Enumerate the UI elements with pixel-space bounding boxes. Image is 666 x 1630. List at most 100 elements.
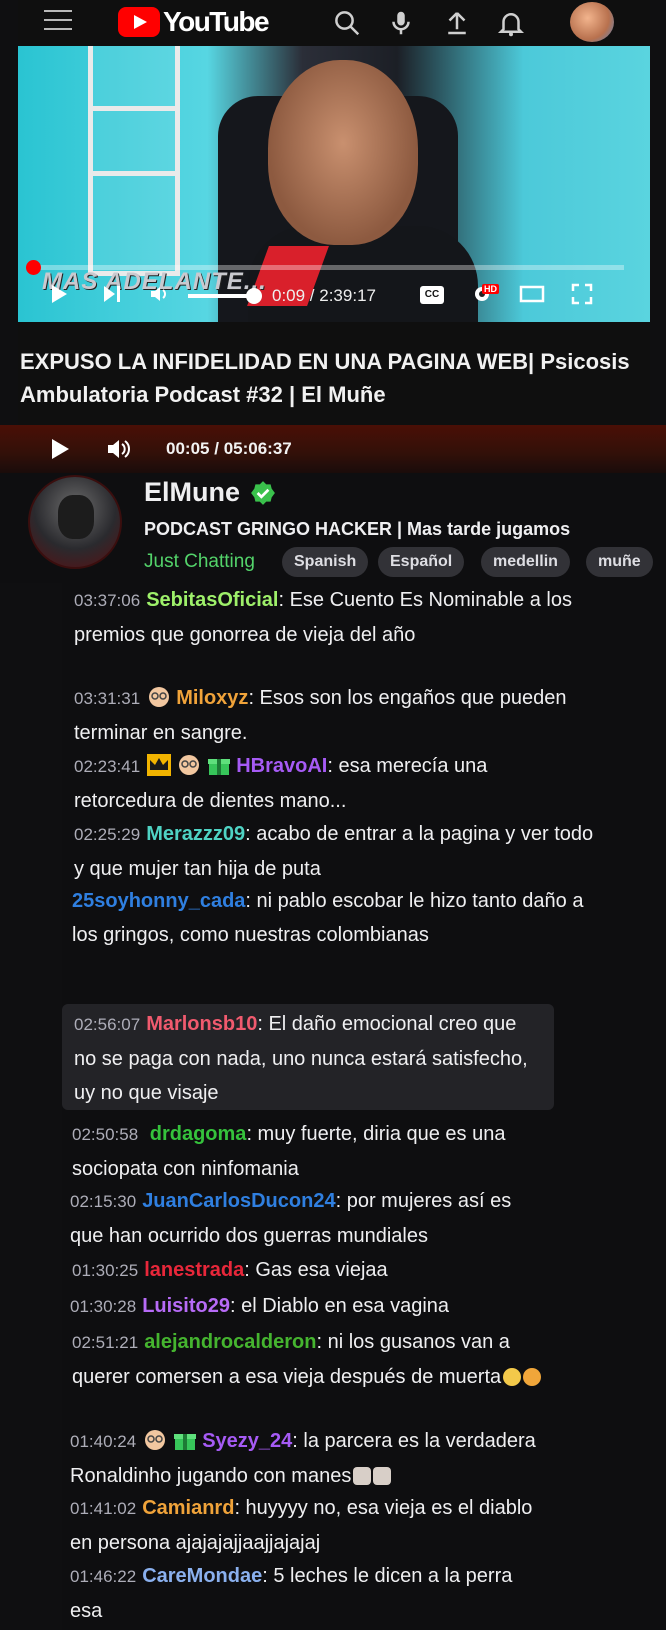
- stream-title: PODCAST GRINGO HACKER | Mas tarde jugamo…: [144, 519, 571, 539]
- message-username[interactable]: JuanCarlosDucon24: [142, 1190, 335, 1212]
- chat-message: 01:40:24 Syezy_24: la parcera es la verda…: [70, 1424, 550, 1493]
- message-text: : El daño emocional creo que no se paga …: [74, 1013, 528, 1104]
- message-timestamp: 02:56:07: [74, 1015, 141, 1034]
- message-timestamp: 03:31:31: [74, 689, 141, 708]
- volume-knob[interactable]: [246, 288, 262, 304]
- message-username[interactable]: Merazzz09: [146, 823, 245, 845]
- message-timestamp: 03:37:06: [74, 591, 141, 610]
- chat-message: 01:46:22 CareMondae: 5 leches le dicen a …: [70, 1559, 540, 1628]
- bell-icon[interactable]: [496, 8, 526, 38]
- chat-message: 25soyhonny_cada: ni pablo escobar le hiz…: [72, 884, 592, 952]
- person-head: [268, 60, 418, 245]
- message-text: : Gas esa viejaa: [244, 1259, 388, 1281]
- progress-scrubber[interactable]: [26, 260, 41, 275]
- message-username[interactable]: SebitasOficial: [146, 589, 278, 611]
- face-badge-icon: [145, 1430, 166, 1450]
- youtube-frame: YouTube MAS ADELANTE... 0:09 / 2:39:17 C…: [18, 0, 650, 425]
- tag-espanol[interactable]: Español: [378, 547, 465, 577]
- message-text: : 5 leches le dicen a la perra esa: [70, 1565, 513, 1622]
- message-text: : el Diablo en esa vagina: [229, 1295, 450, 1317]
- tag-spanish[interactable]: Spanish: [282, 547, 369, 577]
- chat-message: 01:41:02 Camianrd: huyyyy no, esa vieja e…: [70, 1491, 550, 1560]
- chat-message: 01:30:28 Luisito29: el Diablo en esa vagi…: [70, 1289, 590, 1324]
- youtube-logo-text: YouTube: [163, 6, 270, 37]
- volume-icon[interactable]: [148, 282, 172, 306]
- face-badge-icon: [149, 687, 170, 707]
- message-username[interactable]: Luisito29: [142, 1295, 230, 1317]
- emoji-icon: [503, 1368, 522, 1386]
- chat-message: 03:31:31 Miloxyz: Esos son los engaños qu…: [74, 681, 594, 750]
- stream-time-separator: /: [214, 439, 219, 458]
- message-username[interactable]: alejandrocalderon: [144, 1331, 316, 1353]
- chat-message: 02:51:21 alejandrocalderon: ni los gusano…: [72, 1325, 572, 1394]
- stream-current-time: 00:05: [166, 439, 210, 458]
- message-username[interactable]: drdagoma: [150, 1123, 247, 1145]
- chat-message: 02:23:41 HBravoAI: esa merecía una retorc…: [74, 749, 594, 818]
- channel-avatar[interactable]: [28, 475, 122, 569]
- player-time: 0:09 / 2:39:17: [272, 286, 376, 305]
- crown-badge-icon: [147, 754, 172, 776]
- gift-badge-icon: [174, 1434, 197, 1450]
- upload-icon[interactable]: [442, 8, 472, 38]
- message-timestamp: 02:50:58: [72, 1125, 139, 1144]
- message-username[interactable]: CareMondae: [142, 1565, 262, 1587]
- youtube-top-bar: YouTube: [18, 0, 650, 46]
- message-timestamp: 01:40:24: [70, 1432, 137, 1451]
- captions-button[interactable]: CC: [420, 286, 444, 304]
- theater-icon[interactable]: [518, 282, 546, 306]
- channel-name[interactable]: ElMune: [144, 477, 240, 508]
- message-timestamp: 01:30:28: [70, 1297, 137, 1316]
- message-username[interactable]: Marlonsb10: [146, 1013, 257, 1035]
- message-text: : la parcera es la verdadera Ronaldinho …: [70, 1430, 536, 1487]
- emoji-icon: [523, 1368, 542, 1386]
- message-timestamp: 02:23:41: [74, 757, 141, 776]
- video-frame[interactable]: MAS ADELANTE... 0:09 / 2:39:17 CC HD: [18, 46, 650, 322]
- next-icon[interactable]: [100, 282, 124, 306]
- tag-mune[interactable]: muñe: [586, 547, 653, 577]
- youtube-logo[interactable]: YouTube: [118, 6, 270, 38]
- youtube-play-logo-icon: [118, 7, 160, 37]
- chat-message: 03:37:06 SebitasOficial: Ese Cuento Es No…: [74, 583, 594, 652]
- gift-badge-icon: [208, 759, 231, 775]
- fullscreen-icon[interactable]: [570, 282, 594, 306]
- emoji-icon: [353, 1467, 372, 1485]
- message-timestamp: 02:15:30: [70, 1192, 137, 1211]
- stream-duration: 05:06:37: [223, 439, 292, 458]
- progress-bar[interactable]: [26, 260, 624, 275]
- message-username[interactable]: lanestrada: [144, 1259, 244, 1281]
- message-username[interactable]: 25soyhonny_cada: [72, 890, 245, 912]
- tag-medellin[interactable]: medellin: [481, 547, 570, 577]
- message-username[interactable]: Syezy_24: [202, 1430, 292, 1452]
- channel-name-row: ElMune: [144, 477, 276, 508]
- message-timestamp: 01:41:02: [70, 1499, 137, 1518]
- chat-message: 02:15:30 JuanCarlosDucon24: por mujeres a…: [70, 1184, 550, 1253]
- background-shelf: [88, 46, 180, 276]
- verified-icon: [251, 480, 275, 505]
- emoji-icon: [373, 1467, 392, 1485]
- message-username[interactable]: HBravoAI: [236, 755, 327, 777]
- channel-info: ElMune PODCAST GRINGO HACKER | Mas tarde…: [0, 473, 666, 583]
- volume-slider[interactable]: [188, 288, 262, 304]
- stream-player-bar: 00:05 / 05:06:37: [0, 425, 666, 473]
- video-title: EXPUSO LA INFIDELIDAD EN UNA PAGINA WEB|…: [20, 349, 630, 407]
- chat-message: 02:56:07 Marlonsb10: El daño emocional cr…: [74, 1007, 544, 1110]
- play-icon[interactable]: [48, 437, 72, 461]
- stream-time: 00:05 / 05:06:37: [166, 439, 292, 459]
- account-avatar[interactable]: [570, 2, 614, 42]
- chat-panel: 03:37:06 SebitasOficial: Ese Cuento Es No…: [62, 583, 666, 1630]
- face-badge-icon: [179, 755, 200, 775]
- volume-icon[interactable]: [106, 437, 134, 461]
- message-timestamp: 02:51:21: [72, 1333, 139, 1352]
- message-username[interactable]: Camianrd: [142, 1497, 234, 1519]
- play-icon[interactable]: [48, 282, 70, 306]
- message-timestamp: 01:46:22: [70, 1567, 137, 1586]
- message-timestamp: 01:30:25: [72, 1261, 139, 1280]
- chat-message: 01:30:25 lanestrada: Gas esa viejaa: [72, 1253, 592, 1288]
- stream-category[interactable]: Just Chatting: [144, 551, 255, 573]
- message-username[interactable]: Miloxyz: [176, 687, 248, 709]
- mic-icon[interactable]: [386, 8, 416, 38]
- menu-icon[interactable]: [44, 10, 72, 32]
- chat-message: 02:50:58 drdagoma: muy fuerte, diria que…: [72, 1117, 542, 1186]
- message-text: : huyyyy no, esa vieja es el diablo en p…: [70, 1497, 533, 1554]
- search-icon[interactable]: [332, 8, 362, 38]
